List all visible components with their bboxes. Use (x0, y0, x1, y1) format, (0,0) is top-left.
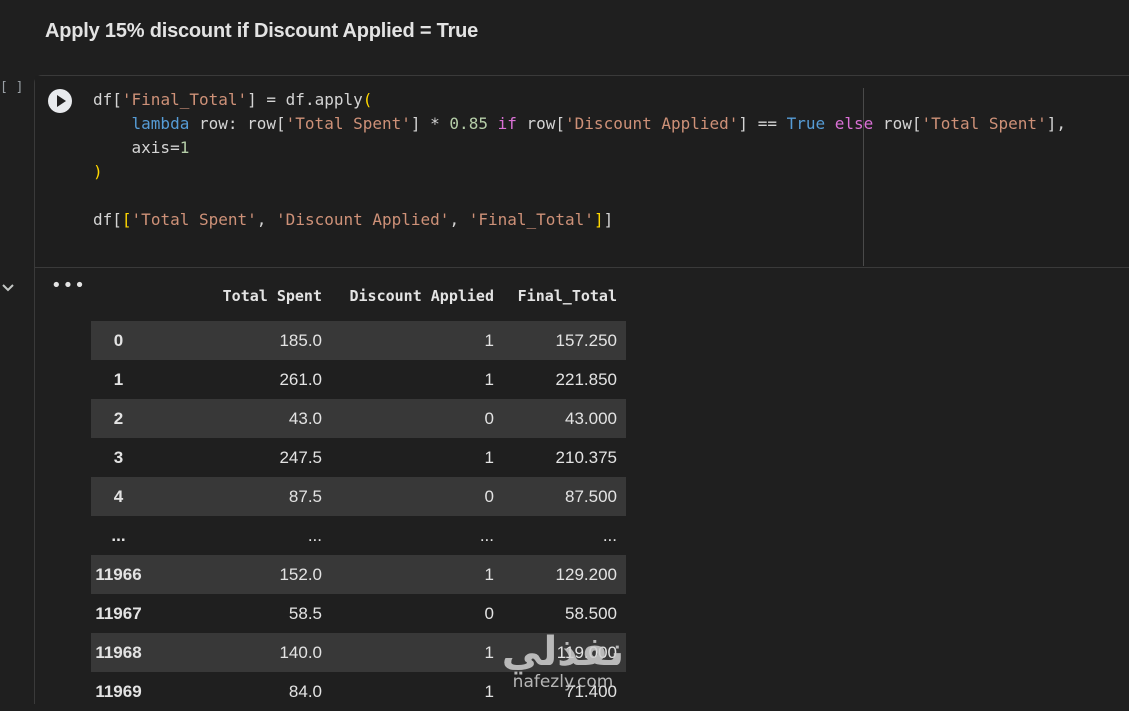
table-cell: ... (479, 525, 494, 545)
watermark-logo: نفذلي nafezly.com (493, 630, 633, 700)
code-token: df[ (93, 90, 122, 109)
code-token: , (449, 210, 469, 229)
row-index: 11968 (91, 633, 149, 672)
table-cell: 221.850 (555, 369, 617, 389)
table-row: 3 247.5 1 210.375 (91, 438, 626, 477)
code-token: row: row[ (189, 114, 286, 133)
code-token: axis= (93, 138, 180, 157)
table-row: 4 87.5 0 87.500 (91, 477, 626, 516)
table-cell: 129.200 (503, 555, 626, 594)
code-token: ] (603, 210, 614, 229)
code-token: 'Total Spent' (131, 210, 257, 229)
table-cell: 58.500 (565, 603, 617, 623)
column-header-discount-applied: Discount Applied (349, 287, 495, 305)
table-row: 11966 152.0 1 129.200 (91, 555, 626, 594)
code-text[interactable]: df['Final_Total'] = df.apply( lambda row… (93, 88, 1066, 232)
row-index: 2 (91, 399, 149, 438)
header-row: Total Spent Discount Applied Final_Total (91, 280, 626, 321)
code-token: 1 (179, 138, 190, 157)
column-header-final-total: Final_Total (517, 287, 617, 305)
table-row: 0 185.0 1 157.250 (91, 321, 626, 360)
table-row: ............ (91, 516, 626, 555)
code-token: True (786, 114, 826, 133)
code-line: lambda row: row['Total Spent'] * 0.85 if… (93, 114, 1066, 133)
table-cell: 1 (331, 321, 503, 360)
table-row: 1 261.0 1 221.850 (91, 360, 626, 399)
watermark-latin: nafezly.com (512, 672, 614, 692)
code-token: 'Final_Total' (121, 90, 248, 109)
table-cell: ... (307, 525, 322, 545)
table-cell: 58.5 (288, 603, 322, 623)
column-header-total-spent: Total Spent (222, 287, 322, 305)
table-cell: 43.000 (503, 399, 626, 438)
code-line: axis=1 (93, 138, 190, 157)
code-token: ] * (410, 114, 450, 133)
output-divider (35, 267, 1129, 268)
code-token: row[ (516, 114, 566, 133)
more-options-icon[interactable]: ••• (51, 277, 86, 295)
code-token: if (497, 114, 517, 133)
table-cell: 1 (331, 555, 503, 594)
code-token: ] = df.apply (247, 90, 363, 109)
code-token: 0.85 (449, 114, 488, 133)
table-cell: 185.0 (149, 321, 331, 360)
code-token: [ (121, 210, 132, 229)
table-cell: 43.0 (149, 399, 331, 438)
code-line: ) (93, 162, 103, 181)
watermark-arabic: نفذلي (501, 629, 625, 675)
chevron-down-icon[interactable] (1, 281, 15, 295)
row-index: 3 (113, 447, 124, 467)
code-token: ) (93, 162, 103, 181)
code-token: 'Total Spent' (921, 114, 1047, 133)
table-cell: 87.5 (149, 477, 331, 516)
index-header (91, 280, 149, 321)
code-token: ] == (738, 114, 787, 133)
code-line: df['Final_Total'] = df.apply( (93, 90, 372, 109)
code-token: else (834, 114, 874, 133)
table-cell: 0 (331, 477, 503, 516)
table-cell: 87.500 (503, 477, 626, 516)
code-token: 'Discount Applied' (276, 210, 450, 229)
code-token: 'Final_Total' (468, 210, 594, 229)
table-cell: 1 (331, 633, 503, 672)
row-index: 11969 (95, 681, 142, 701)
table-cell: 140.0 (149, 633, 331, 672)
table-cell: 84.0 (288, 681, 322, 701)
table-row: 11967 58.5 0 58.500 (91, 594, 626, 633)
row-index: 11967 (95, 603, 142, 623)
table-cell: 1 (484, 681, 494, 701)
row-index: 1 (113, 369, 124, 389)
execution-count: [ ] (0, 80, 24, 95)
row-index: 0 (91, 321, 149, 360)
row-index: ... (111, 525, 126, 545)
table-cell: 247.5 (279, 447, 322, 467)
table-cell: 0 (331, 399, 503, 438)
table-cell: 1 (484, 447, 494, 467)
table-cell: 1 (484, 369, 494, 389)
markdown-heading: Apply 15% discount if Discount Applied =… (45, 20, 479, 42)
table-cell: 157.250 (503, 321, 626, 360)
code-token: 'Total Spent' (285, 114, 411, 133)
table-cell: 261.0 (279, 369, 322, 389)
table-cell: 0 (484, 603, 494, 623)
table-cell: 152.0 (149, 555, 331, 594)
run-cell-button[interactable] (48, 89, 72, 113)
table-cell: 210.375 (555, 447, 617, 467)
code-token: lambda (131, 114, 190, 133)
row-index: 11966 (91, 555, 149, 594)
table-row: 2 43.0 0 43.000 (91, 399, 626, 438)
code-token: row[ (873, 114, 922, 133)
code-token: ], (1046, 114, 1066, 133)
code-token: 'Discount Applied' (565, 114, 739, 133)
code-token: df[ (93, 210, 122, 229)
table-cell: ... (602, 525, 617, 545)
code-token: , (256, 210, 277, 229)
code-token: ] (593, 210, 604, 229)
code-line: df[['Total Spent', 'Discount Applied', '… (93, 210, 613, 229)
row-index: 4 (91, 477, 149, 516)
code-token: ( (362, 90, 373, 109)
